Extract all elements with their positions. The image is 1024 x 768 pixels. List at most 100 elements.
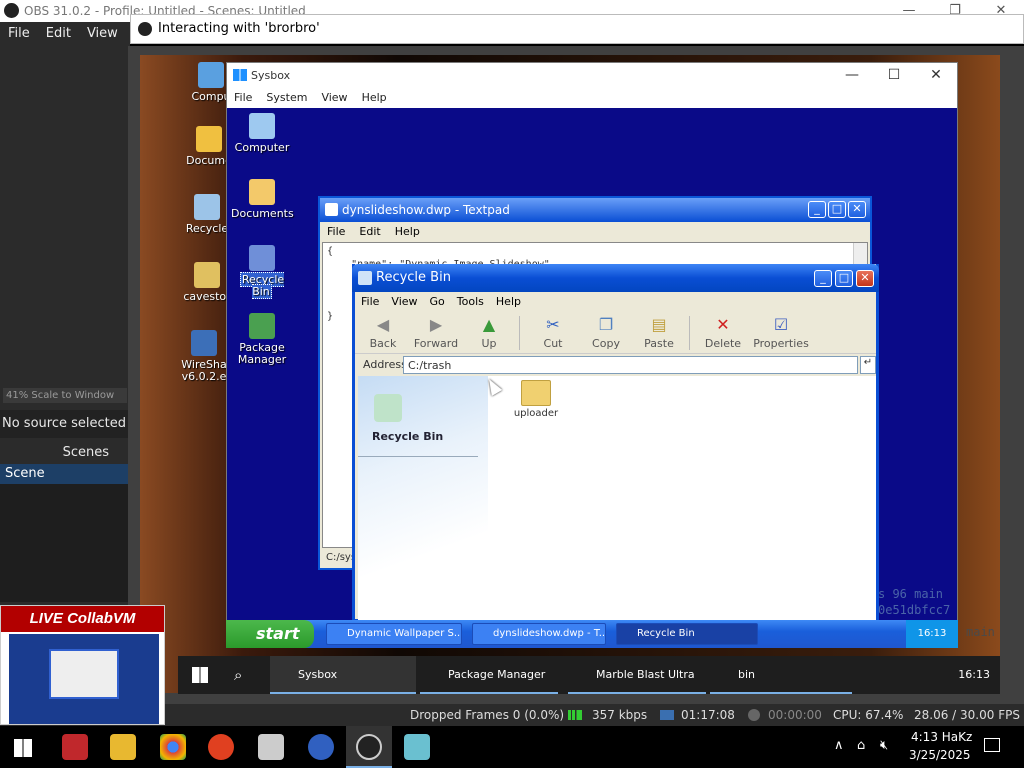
network-icon[interactable]: ⌂ <box>857 738 865 753</box>
notification-icon[interactable] <box>984 738 1000 752</box>
minimize-icon[interactable]: _ <box>808 201 826 218</box>
forward-button[interactable]: ▶ Forward <box>411 312 461 353</box>
windows-start-icon[interactable] <box>14 739 32 757</box>
app-icon[interactable] <box>208 734 234 760</box>
menu-view[interactable]: View <box>314 87 354 108</box>
menu-tools[interactable]: Tools <box>451 292 490 312</box>
w10-task-marble-blast[interactable]: Marble Blast Ultra <box>568 656 706 694</box>
recycle-bin-title: Recycle Bin <box>376 270 451 285</box>
sysbox-icon-documents[interactable]: Documents <box>231 179 294 220</box>
code-line: } <box>327 311 334 322</box>
chevron-up-icon[interactable]: ∧ <box>834 738 844 753</box>
xp-clock: 16:13 <box>906 620 958 648</box>
menu-file[interactable]: File <box>355 292 385 312</box>
menu-go[interactable]: Go <box>424 292 451 312</box>
recycle-bin-side-panel: Recycle Bin <box>358 376 488 620</box>
folder-icon <box>521 380 551 406</box>
windows-start-icon[interactable] <box>192 667 208 683</box>
desktop-icon-label: cavestor <box>183 290 231 303</box>
menu-file[interactable]: File <box>320 222 352 242</box>
recycle-bin-window: Recycle Bin _ □ ✕ File View Go Tools Hel… <box>352 264 879 622</box>
menu-view[interactable]: View <box>79 22 126 46</box>
sysbox-icon-recycle-bin[interactable]: Recycle Bin <box>231 245 293 299</box>
address-input[interactable]: C:/trash <box>403 356 858 374</box>
up-button[interactable]: ▲ Up <box>464 312 514 353</box>
recycle-bin-content[interactable]: Recycle Bin uploader <box>358 376 876 620</box>
toolbox-icon[interactable] <box>62 734 88 760</box>
obs-taskbar-button[interactable] <box>346 726 392 768</box>
app-icon[interactable] <box>258 734 284 760</box>
tool-label: Properties <box>753 337 809 350</box>
start-button[interactable]: start <box>226 620 314 648</box>
interacting-text: Interacting with 'brorbro' <box>158 21 320 36</box>
bg-text: s 96 main <box>878 587 944 601</box>
scene-list-item[interactable]: Scene <box>0 464 128 484</box>
scale-label: 41% Scale to Window <box>3 388 127 403</box>
menu-edit[interactable]: Edit <box>38 22 79 46</box>
folder-icon <box>196 126 222 152</box>
back-button[interactable]: ◀ Back <box>358 312 408 353</box>
cut-button[interactable]: ✂ Cut <box>528 312 578 353</box>
obs-logo-icon <box>138 22 152 36</box>
xp-task-dynamic-wallpaper[interactable]: Dynamic Wallpaper S... <box>326 623 462 645</box>
desktop-icon-label: WireSha v6.0.2.e <box>181 358 227 383</box>
chrome-icon[interactable] <box>160 734 186 760</box>
app-icon[interactable] <box>308 734 334 760</box>
go-icon[interactable]: ↵ <box>860 356 876 374</box>
xp-task-recycle-bin[interactable]: Recycle Bin <box>616 623 758 645</box>
zip-folder-icon <box>194 262 220 288</box>
computer-icon <box>249 113 275 139</box>
bg-text: main <box>966 625 995 639</box>
maximize-icon[interactable]: ☐ <box>873 63 915 87</box>
recycle-bin-toolbar: ◀ Back ▶ Forward ▲ Up ✂ Cut ❐ Copy ▤ Paste ✕ De… <box>355 312 876 354</box>
divider <box>358 456 478 457</box>
w10-task-package-manager[interactable]: Package Manager <box>420 656 558 694</box>
forward-arrow-icon: ▶ <box>429 315 443 334</box>
close-icon[interactable]: ✕ <box>848 201 866 218</box>
preview-window <box>49 649 119 699</box>
menu-help[interactable]: Help <box>490 292 527 312</box>
desktop-icon-wireshark[interactable]: WireSha v6.0.2.e <box>176 330 232 383</box>
stream-time: 01:17:08 <box>681 708 735 722</box>
w10-task-sysbox[interactable]: Sysbox <box>270 656 416 694</box>
sysbox-title: Sysbox <box>251 69 291 82</box>
close-icon[interactable]: ✕ <box>856 270 874 287</box>
minimize-icon[interactable]: _ <box>814 270 832 287</box>
recycle-bin-large-icon <box>374 394 402 422</box>
copy-button[interactable]: ❐ Copy <box>581 312 631 353</box>
stream-icon <box>660 710 674 720</box>
file-explorer-icon[interactable] <box>110 734 136 760</box>
delete-x-icon: ✕ <box>716 315 730 334</box>
copy-icon: ❐ <box>598 315 614 334</box>
sysbox-icon-computer[interactable]: Computer <box>231 113 293 154</box>
delete-button[interactable]: ✕ Delete <box>698 312 748 353</box>
xp-task-textpad[interactable]: dynslideshow.dwp - T... <box>472 623 606 645</box>
menu-file[interactable]: File <box>227 87 259 108</box>
file-item-uploader[interactable]: uploader <box>506 380 566 419</box>
menu-help[interactable]: Help <box>355 87 394 108</box>
tool-label: Delete <box>704 337 742 350</box>
sysbox-icon-package-manager[interactable]: Package Manager <box>231 313 293 366</box>
close-icon[interactable]: ✕ <box>915 63 957 87</box>
menu-view[interactable]: View <box>385 292 423 312</box>
properties-icon: ☑ <box>773 315 789 334</box>
cpu-usage: CPU: 67.4% <box>833 708 904 722</box>
paste-button[interactable]: ▤ Paste <box>634 312 684 353</box>
app-icon[interactable] <box>404 734 430 760</box>
menu-file[interactable]: File <box>0 22 38 46</box>
volume-muted-icon[interactable]: 🔇︎ <box>880 738 888 753</box>
tool-label: Forward <box>413 337 459 350</box>
menu-help[interactable]: Help <box>388 222 427 242</box>
host-taskbar: ∧ ⌂ 🔇︎ 4:13 HaKz 3/25/2025 <box>0 726 1024 768</box>
wireshark-icon <box>191 330 217 356</box>
w10-task-bin[interactable]: bin <box>710 656 852 694</box>
minimize-icon[interactable]: — <box>831 63 873 87</box>
search-icon[interactable]: ⌕ <box>234 666 242 684</box>
properties-button[interactable]: ☑ Properties <box>751 312 811 353</box>
address-bar: Address C:/trash ↵ <box>355 354 876 376</box>
menu-edit[interactable]: Edit <box>352 222 387 242</box>
toolbar-separator <box>519 316 520 350</box>
maximize-icon[interactable]: □ <box>828 201 846 218</box>
menu-system[interactable]: System <box>259 87 314 108</box>
maximize-icon[interactable]: □ <box>835 270 853 287</box>
